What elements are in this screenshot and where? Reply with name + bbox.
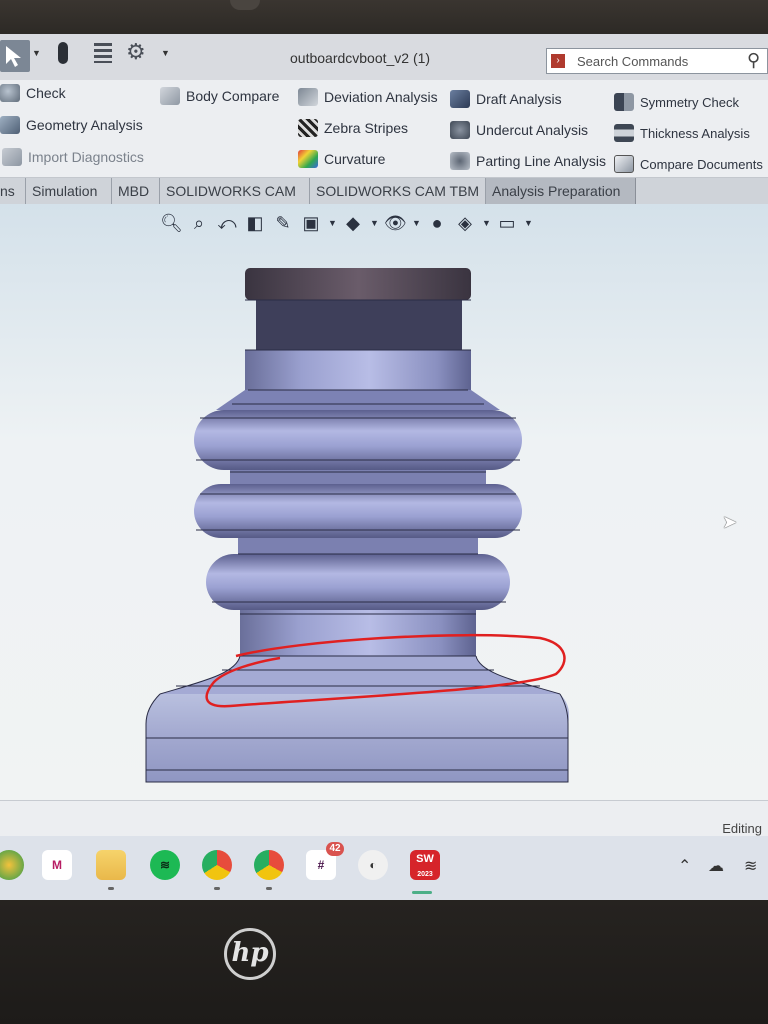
chevron-up-icon[interactable]: ⌃ <box>678 856 691 876</box>
chrome-t-icon[interactable] <box>254 850 284 890</box>
curvature-icon <box>298 150 318 168</box>
windows-taskbar: M ≋ #42 ◐ SW 2023 ⌃ ☁ ≋ <box>0 836 768 900</box>
laptop-bezel-top <box>0 0 768 36</box>
search-placeholder: Search Commands <box>577 54 689 69</box>
draft-analysis-button[interactable]: Draft Analysis <box>450 87 562 111</box>
top-collar <box>245 268 471 300</box>
laptop-bezel-bottom <box>0 900 768 1024</box>
solidworks-icon[interactable]: SW 2023 <box>410 850 440 880</box>
draft-analysis-icon <box>450 90 470 108</box>
options-dropdown-arrow-icon[interactable]: ▼ <box>161 48 170 58</box>
select-dropdown-arrow-icon[interactable]: ▼ <box>32 48 41 58</box>
neck <box>256 300 462 350</box>
solidworks-year: 2023 <box>417 871 433 878</box>
symmetry-check-label: Symmetry Check <box>640 94 739 110</box>
geometry-analysis-label: Geometry Analysis <box>26 117 143 133</box>
thickness-analysis-label: Thickness Analysis <box>640 125 750 141</box>
convolution-1 <box>194 410 522 470</box>
solidworks-active-indicator <box>412 891 432 894</box>
body-compare-label: Body Compare <box>186 88 280 104</box>
status-bar: Editing <box>0 800 768 837</box>
symmetry-check-button[interactable]: Symmetry Check <box>614 90 739 114</box>
parting-line-analysis-button[interactable]: Parting Line Analysis <box>450 149 606 173</box>
select-tool-button[interactable] <box>0 40 30 72</box>
wifi-icon[interactable]: ≋ <box>744 856 757 876</box>
cv-boot-model[interactable] <box>0 204 768 800</box>
parting-line-analysis-label: Parting Line Analysis <box>476 153 606 169</box>
chrome-profile-icon[interactable] <box>0 850 24 880</box>
document-title: outboardcvboot_v2 (1) <box>290 50 431 66</box>
tab-solidworks-cam-tbm[interactable]: SOLIDWORKS CAM TBM <box>310 178 486 204</box>
check-icon <box>0 84 20 102</box>
graphics-viewport[interactable]: 🔍︎ ⌕ ⤺ ◧ ✎ ▣ ▼ ◆ ▼ 👁︎ ▼ ● ◈ ▼ ▭ ▼ ➤ <box>0 204 768 800</box>
file-properties-icon[interactable] <box>94 43 112 63</box>
gear-icon[interactable]: ⚙ <box>126 39 146 65</box>
import-diagnostics-button[interactable]: Import Diagnostics <box>2 145 144 169</box>
undercut-analysis-button[interactable]: Undercut Analysis <box>450 118 588 142</box>
check-label: Check <box>26 85 66 101</box>
tab-mbd[interactable]: MBD <box>112 178 160 204</box>
tab-solidworks-cam[interactable]: SOLIDWORKS CAM <box>160 178 310 204</box>
file-explorer-icon[interactable] <box>96 850 126 890</box>
screen: ▼ ⚙ ▼ outboardcvboot_v2 (1) › Search Com… <box>0 34 768 900</box>
command-prompt-icon: › <box>551 54 565 68</box>
webcam <box>230 0 260 10</box>
status-editing: Editing <box>722 821 762 836</box>
tab-analysis-preparation[interactable]: Analysis Preparation <box>486 178 636 204</box>
body-compare-button[interactable]: Body Compare <box>160 84 279 108</box>
compare-documents-icon <box>614 155 634 173</box>
deviation-analysis-button[interactable]: Deviation Analysis <box>298 85 438 109</box>
search-commands-input[interactable]: › Search Commands ⚲ <box>546 48 768 74</box>
curvature-label: Curvature <box>324 151 386 167</box>
zebra-stripes-button[interactable]: Zebra Stripes <box>298 116 408 140</box>
spotify-icon[interactable]: ≋ <box>150 850 180 880</box>
import-diagnostics-label: Import Diagnostics <box>28 149 144 165</box>
tab-simulation[interactable]: Simulation <box>26 178 112 204</box>
thickness-analysis-button[interactable]: Thickness Analysis <box>614 121 750 145</box>
chrome-icon[interactable] <box>202 850 232 890</box>
undercut-analysis-label: Undercut Analysis <box>476 122 589 138</box>
tab-ns[interactable]: ns <box>0 178 26 204</box>
compare-documents-label: Compare Documents <box>640 156 763 172</box>
chrome-running-dot <box>214 887 220 890</box>
hp-logo: hp <box>224 928 276 980</box>
title-bar: ▼ ⚙ ▼ outboardcvboot_v2 (1) › Search Com… <box>0 34 768 81</box>
check-button[interactable]: Check <box>0 81 66 105</box>
compare-documents-button[interactable]: Compare Documents <box>614 152 763 176</box>
import-diagnostics-icon <box>2 148 22 166</box>
solidworks-label: SW <box>416 853 434 865</box>
geometry-analysis-icon <box>0 116 20 134</box>
command-tabs: ns Simulation MBD SOLIDWORKS CAM SOLIDWO… <box>0 178 768 204</box>
deviation-analysis-label: Deviation Analysis <box>324 89 438 105</box>
onedrive-cloud-icon[interactable]: ☁ <box>708 856 724 876</box>
body-compare-icon <box>160 87 180 105</box>
search-icon[interactable]: ⚲ <box>747 50 760 71</box>
valley-2 <box>238 538 478 554</box>
mouse-cursor-icon: ➤ <box>722 512 738 532</box>
cursor-arrow-icon <box>6 46 21 67</box>
mcafee-icon[interactable]: M <box>42 850 72 880</box>
symmetry-check-icon <box>614 93 634 111</box>
file-explorer-running-dot <box>108 887 114 890</box>
slack-icon[interactable]: #42 <box>306 842 344 880</box>
deviation-analysis-icon <box>298 88 318 106</box>
zebra-stripes-icon <box>298 119 318 137</box>
geometry-analysis-button[interactable]: Geometry Analysis <box>0 113 143 137</box>
zebra-stripes-label: Zebra Stripes <box>324 120 409 136</box>
undercut-analysis-icon <box>450 121 470 139</box>
slack-badge: 42 <box>326 842 344 856</box>
upper-flare <box>216 390 500 410</box>
command-manager-ribbon: Check Geometry Analysis Import Diagnosti… <box>0 80 768 178</box>
upper-ring <box>245 350 471 390</box>
chrome-t-running-dot <box>266 887 272 890</box>
thickness-analysis-icon <box>614 124 634 142</box>
obs-icon[interactable]: ◐ <box>358 850 388 880</box>
boot-geometry <box>145 268 570 783</box>
curvature-button[interactable]: Curvature <box>298 147 385 171</box>
rebuild-icon[interactable] <box>58 42 68 64</box>
parting-line-analysis-icon <box>450 152 470 170</box>
draft-analysis-label: Draft Analysis <box>476 91 562 107</box>
